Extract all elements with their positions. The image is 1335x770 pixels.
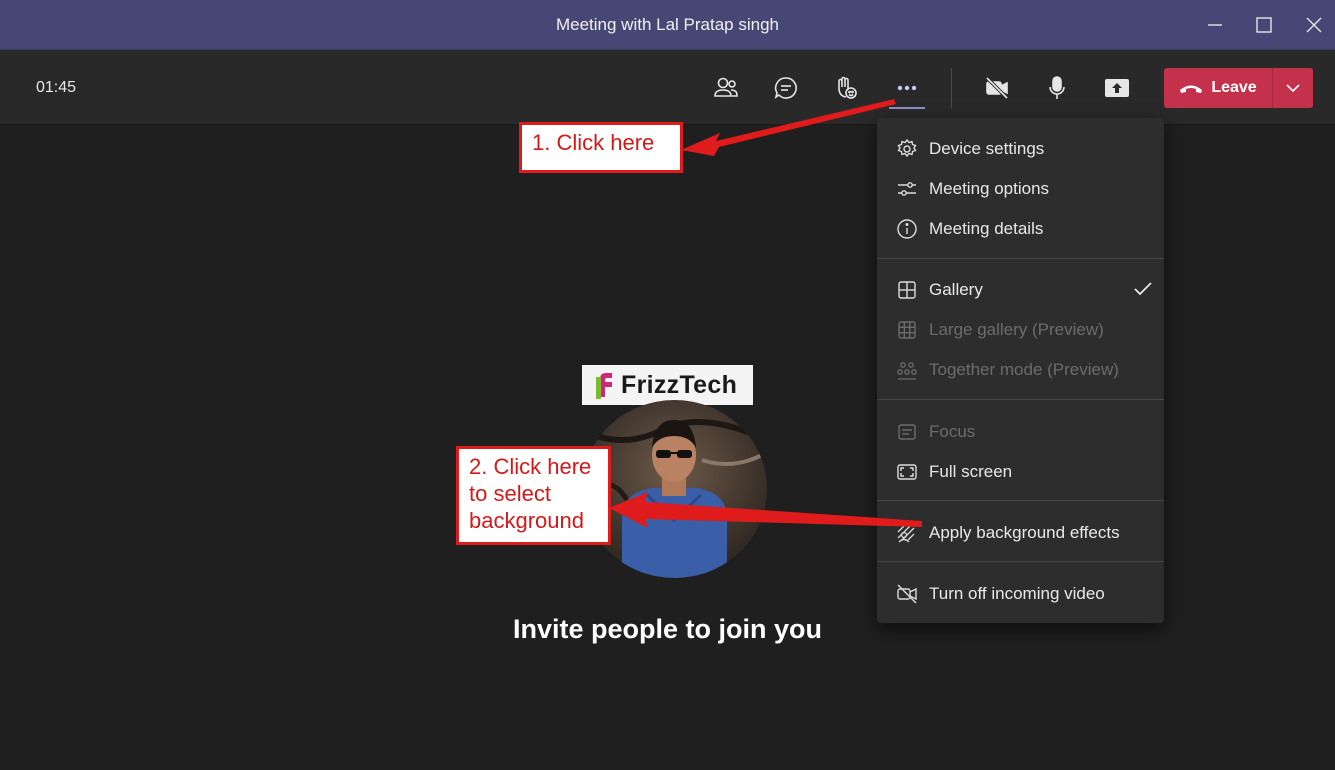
menu-item-meeting-options[interactable]: Meeting options — [877, 168, 1164, 208]
menu-item-device-settings[interactable]: Device settings — [877, 128, 1164, 168]
meeting-toolbar: 01:45 Leave — [0, 50, 1335, 125]
leave-label: Leave — [1211, 79, 1257, 96]
menu-item-apply-background-effects[interactable]: Apply background effects — [877, 512, 1164, 552]
video-off-icon — [896, 583, 918, 605]
menu-divider — [877, 561, 1164, 562]
focus-icon — [896, 421, 918, 443]
people-icon[interactable] — [708, 70, 744, 106]
menu-item-label: Meeting details — [929, 219, 1044, 238]
annotation-callout-1: 1. Click here — [519, 122, 683, 173]
callout-2-line-1: 2. Click here — [469, 454, 592, 479]
share-screen-icon[interactable] — [1099, 70, 1135, 106]
window-title: Meeting with Lal Pratap singh — [555, 15, 780, 34]
more-options-menu: Device settings Meeting options Meeting … — [877, 118, 1164, 623]
menu-item-turn-off-incoming-video[interactable]: Turn off incoming video — [877, 573, 1164, 613]
raise-hand-icon[interactable] — [828, 70, 864, 106]
menu-item-label: Gallery — [929, 280, 983, 299]
info-icon — [896, 218, 918, 240]
chat-icon[interactable] — [768, 70, 804, 106]
frizztech-logo: FrizzTech — [582, 365, 753, 405]
annotation-callout-2: 2. Click here to select background — [456, 446, 611, 545]
background-effects-icon — [896, 522, 918, 544]
leave-button-group: Leave — [1164, 68, 1313, 108]
menu-item-gallery[interactable]: Gallery — [877, 269, 1164, 309]
checkmark-icon — [1133, 280, 1153, 298]
menu-item-large-gallery: Large gallery (Preview) — [877, 309, 1164, 349]
toolbar-divider — [951, 68, 952, 108]
meeting-timer: 01:45 — [36, 79, 77, 96]
brand-text: FrizzTech — [621, 370, 738, 399]
frizztech-logo-icon — [590, 373, 612, 399]
title-bar: Meeting with Lal Pratap singh — [0, 0, 1335, 50]
menu-item-label: Large gallery (Preview) — [929, 320, 1104, 339]
menu-item-label: Turn off incoming video — [929, 584, 1105, 603]
menu-item-label: Device settings — [929, 139, 1045, 158]
camera-off-icon[interactable] — [979, 70, 1015, 106]
active-indicator — [889, 107, 925, 109]
callout-2-line-3: background — [469, 508, 584, 533]
callout-1-text: 1. Click here — [532, 130, 655, 155]
menu-item-label: Focus — [929, 422, 976, 441]
together-mode-icon — [896, 359, 918, 381]
leave-button[interactable]: Leave — [1164, 68, 1272, 108]
sliders-icon — [896, 178, 918, 200]
menu-item-focus: Focus — [877, 411, 1164, 451]
maximize-icon[interactable] — [1249, 10, 1279, 40]
gallery-icon — [896, 279, 918, 301]
menu-item-full-screen[interactable]: Full screen — [877, 451, 1164, 491]
menu-divider — [877, 258, 1164, 259]
minimize-icon[interactable] — [1200, 10, 1230, 40]
menu-item-meeting-details[interactable]: Meeting details — [877, 208, 1164, 248]
gear-icon — [896, 138, 918, 160]
leave-options-chevron-icon[interactable] — [1273, 68, 1313, 108]
callout-2-line-2: to select — [469, 481, 551, 506]
menu-item-label: Meeting options — [929, 179, 1050, 198]
microphone-icon[interactable] — [1039, 70, 1075, 106]
more-options-icon[interactable] — [889, 70, 925, 106]
menu-item-label: Apply background effects — [929, 523, 1120, 542]
menu-item-label: Full screen — [929, 462, 1013, 481]
large-gallery-icon — [896, 319, 918, 341]
close-icon[interactable] — [1299, 10, 1329, 40]
menu-item-together-mode: Together mode (Preview) — [877, 349, 1164, 389]
hang-up-icon — [1180, 85, 1203, 93]
menu-divider — [877, 500, 1164, 501]
menu-divider — [877, 399, 1164, 400]
menu-item-label: Together mode (Preview) — [929, 360, 1119, 379]
fullscreen-icon — [896, 461, 918, 483]
